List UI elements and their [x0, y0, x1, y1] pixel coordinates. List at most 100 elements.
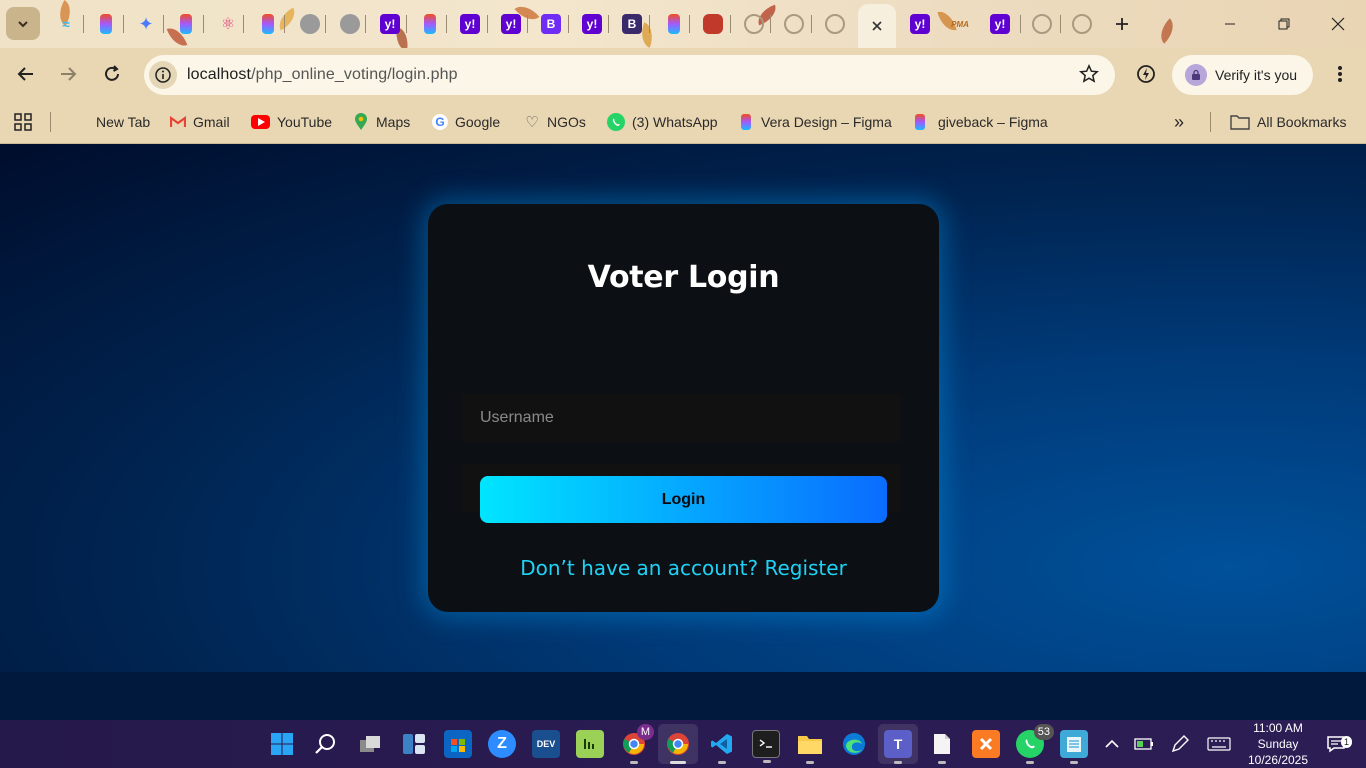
- windows-logo-icon: [271, 733, 293, 755]
- bookmark-youtube[interactable]: YouTube: [251, 111, 332, 133]
- tab-separator: [243, 15, 244, 33]
- battery-icon[interactable]: [1130, 730, 1158, 758]
- file-explorer-icon[interactable]: [796, 730, 824, 764]
- gemini-icon[interactable]: ✦: [136, 14, 156, 34]
- apps-button[interactable]: [14, 111, 32, 133]
- url-text[interactable]: localhost/php_online_voting/login.php: [187, 66, 458, 84]
- arrow-left-icon: [17, 67, 33, 81]
- yahoo-icon[interactable]: y!: [501, 14, 521, 34]
- tab-search-button[interactable]: [6, 7, 40, 40]
- address-bar[interactable]: localhost/php_online_voting/login.php: [144, 55, 1115, 95]
- terminal-icon[interactable]: [752, 730, 780, 763]
- running-indicator: [718, 761, 726, 764]
- browser-menu-button[interactable]: [1326, 60, 1354, 88]
- github-icon[interactable]: [1032, 14, 1052, 34]
- yahoo-icon[interactable]: y!: [910, 14, 930, 34]
- yahoo-letter: y!: [505, 17, 517, 31]
- whatsapp-icon[interactable]: 53: [1016, 724, 1054, 764]
- yahoo-icon[interactable]: y!: [990, 14, 1010, 34]
- login-button[interactable]: Login: [480, 476, 887, 523]
- username-input[interactable]: [462, 394, 900, 442]
- teams-icon[interactable]: T: [884, 730, 912, 764]
- notepad-icon[interactable]: [1060, 730, 1088, 764]
- edge-icon[interactable]: [840, 730, 868, 758]
- register-prompt-text: Don’t have an account?: [520, 556, 759, 580]
- pma-icon[interactable]: PMA: [950, 14, 970, 34]
- start-button[interactable]: [268, 730, 296, 758]
- bootstrap-icon[interactable]: B: [622, 14, 642, 34]
- close-tab-icon[interactable]: [871, 20, 883, 32]
- pen-icon[interactable]: [1166, 730, 1194, 758]
- github-icon[interactable]: [1072, 14, 1092, 34]
- tailwind-icon[interactable]: ≈: [56, 14, 76, 34]
- widgets-icon: [403, 734, 425, 754]
- microsoft-store-icon[interactable]: [444, 730, 472, 758]
- github-icon[interactable]: [744, 14, 764, 34]
- notes-app-icon[interactable]: [576, 730, 604, 758]
- github-icon[interactable]: [825, 14, 845, 34]
- brave-icon[interactable]: [703, 14, 723, 34]
- register-link[interactable]: Register: [764, 556, 846, 580]
- bookmarks-overflow-button[interactable]: »: [1174, 111, 1184, 133]
- yahoo-icon[interactable]: y!: [380, 14, 400, 34]
- task-view-button[interactable]: [356, 730, 384, 758]
- figma-icon[interactable]: [180, 14, 192, 34]
- figma-icon[interactable]: [100, 14, 112, 34]
- vscode-icon[interactable]: [708, 730, 736, 764]
- bookmark-vera-design[interactable]: Vera Design – Figma: [741, 111, 892, 133]
- close-window-button[interactable]: [1312, 0, 1364, 48]
- xampp-icon[interactable]: [972, 730, 1000, 758]
- bookmark-whatsapp[interactable]: (3) WhatsApp: [607, 111, 718, 133]
- globe-icon[interactable]: [340, 14, 360, 34]
- yahoo-icon[interactable]: y!: [582, 14, 602, 34]
- figma-icon: [915, 114, 925, 130]
- new-tab-button[interactable]: [1110, 12, 1134, 36]
- chrome-icon[interactable]: [664, 730, 692, 764]
- minimize-button[interactable]: [1204, 0, 1256, 48]
- keyboard-icon[interactable]: [1204, 730, 1234, 758]
- site-info-button[interactable]: [149, 61, 177, 89]
- globe-icon[interactable]: [300, 14, 320, 34]
- reload-button[interactable]: [98, 60, 126, 88]
- bookmark-star-button[interactable]: [1078, 63, 1100, 89]
- bootstrap-icon[interactable]: B: [541, 14, 561, 34]
- arrow-right-icon: [61, 67, 77, 81]
- github-icon[interactable]: [784, 14, 804, 34]
- figma-icon[interactable]: [668, 14, 680, 34]
- yahoo-icon[interactable]: y!: [460, 14, 480, 34]
- bookmark-ngos[interactable]: ♡ NGOs: [524, 111, 586, 133]
- widgets-button[interactable]: [400, 730, 428, 758]
- running-indicator: [1026, 761, 1034, 764]
- bookmark-google[interactable]: G Google: [432, 111, 500, 133]
- notifications-button[interactable]: 1: [1322, 730, 1352, 758]
- forward-button[interactable]: [54, 60, 82, 88]
- bookmark-label: Vera Design – Figma: [761, 114, 892, 130]
- active-tab[interactable]: [858, 4, 896, 48]
- running-indicator: [806, 761, 814, 764]
- bookmark-gmail[interactable]: Gmail: [170, 111, 230, 133]
- show-hidden-icons-button[interactable]: [1098, 730, 1126, 758]
- extensions-button[interactable]: [1132, 60, 1160, 88]
- search-icon: [315, 734, 335, 754]
- search-button[interactable]: [312, 730, 340, 758]
- back-button[interactable]: [12, 60, 40, 88]
- avatar: [1185, 64, 1207, 86]
- restore-button[interactable]: [1258, 0, 1310, 48]
- tab-separator: [203, 15, 204, 33]
- all-bookmarks-button[interactable]: All Bookmarks: [1230, 111, 1346, 133]
- figma-icon[interactable]: [424, 14, 436, 34]
- tab-separator: [1060, 15, 1061, 33]
- bookmarks-bar: New Tab Gmail YouTube Maps G Google ♡ NGOs…: [0, 100, 1366, 144]
- figma-icon[interactable]: [262, 14, 274, 34]
- document-icon[interactable]: [928, 730, 956, 764]
- zoom-icon[interactable]: Z: [488, 730, 516, 758]
- bookmark-giveback[interactable]: giveback – Figma: [915, 111, 1048, 133]
- profile-verify-chip[interactable]: Verify it's you: [1172, 55, 1313, 95]
- chrome-profile-m-icon[interactable]: M: [620, 724, 654, 764]
- react-icon[interactable]: ⚛: [218, 14, 238, 34]
- devhome-icon[interactable]: DEV: [532, 730, 560, 758]
- bookmark-new-tab[interactable]: New Tab: [96, 111, 150, 133]
- system-clock[interactable]: 11:00 AM Sunday 10/26/2025: [1240, 720, 1316, 768]
- page-title: Voter Login: [587, 260, 780, 295]
- bookmark-maps[interactable]: Maps: [353, 111, 410, 133]
